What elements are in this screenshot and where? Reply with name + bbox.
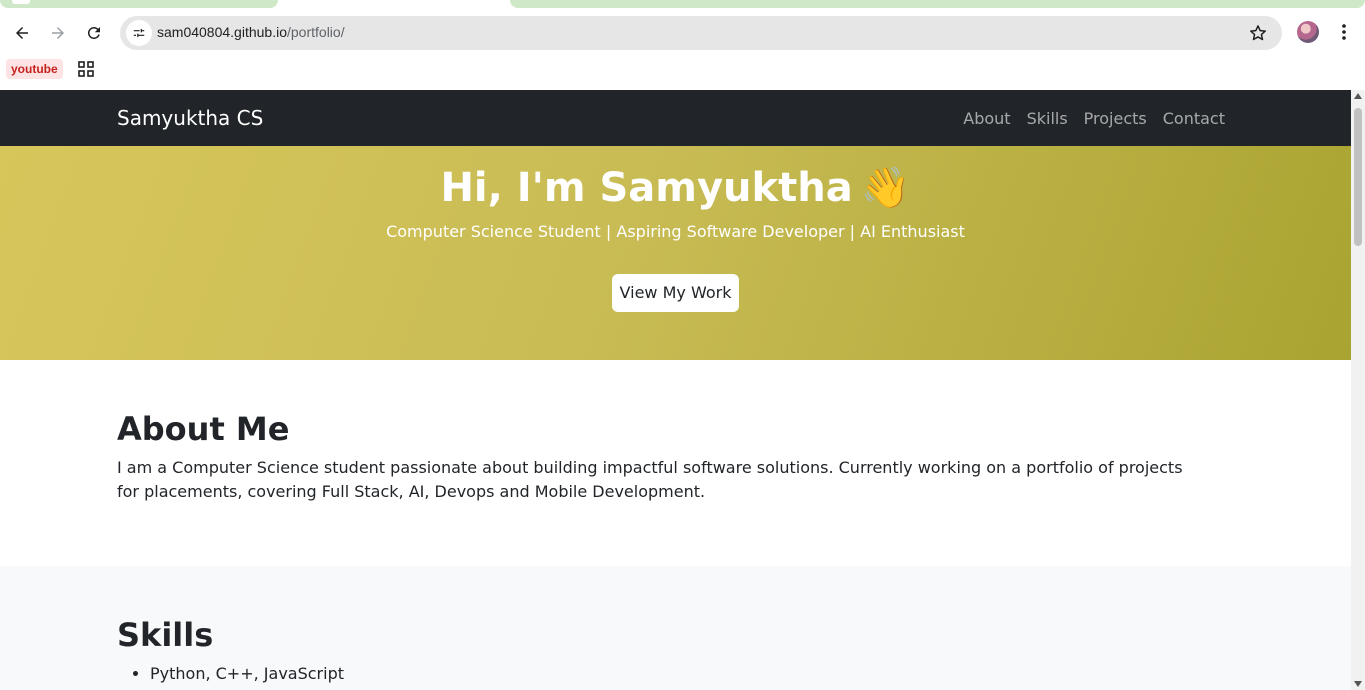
nav-link-projects[interactable]: Projects [1084, 109, 1147, 128]
browser-menu-button[interactable] [1334, 20, 1354, 44]
scroll-down-arrow-icon[interactable] [1354, 681, 1362, 687]
reload-icon [87, 26, 100, 39]
scroll-up-arrow-icon[interactable] [1354, 93, 1362, 99]
browser-tab[interactable] [0, 0, 278, 8]
page-viewport: Samyuktha CS About Skills Projects Conta… [0, 90, 1351, 690]
hero-subtitle: Computer Science Student | Aspiring Soft… [386, 222, 965, 241]
about-title: About Me [117, 410, 290, 448]
site-navbar: Samyuktha CS About Skills Projects Conta… [0, 90, 1351, 146]
bookmarks-bar: youtube [0, 52, 1365, 90]
skills-list: Python, C++, JavaScript [150, 664, 344, 683]
more-vertical-icon [1342, 24, 1346, 40]
url-path: /portfolio/ [287, 24, 345, 40]
site-info-button[interactable] [126, 20, 152, 46]
skills-section: Skills Python, C++, JavaScript [0, 566, 1351, 690]
browser-toolbar: sam040804.github.io/portfolio/ [0, 14, 1365, 52]
waving-hand-icon: 👋 [860, 165, 911, 211]
profile-avatar[interactable] [1297, 21, 1319, 43]
nav-links: About Skills Projects Contact [963, 109, 1225, 128]
url-host: sam040804.github.io [157, 24, 287, 40]
skills-title: Skills [117, 616, 214, 654]
arrow-right-icon [52, 27, 64, 39]
about-section: About Me I am a Computer Science student… [0, 360, 1351, 566]
nav-link-about[interactable]: About [963, 109, 1010, 128]
hero-title-text: Hi, I'm Samyuktha [440, 165, 853, 211]
hero-title: Hi, I'm Samyuktha 👋 [0, 164, 1351, 211]
tab-strip [0, 0, 1365, 14]
about-text: I am a Computer Science student passiona… [117, 458, 1183, 501]
back-button[interactable] [7, 18, 37, 48]
view-my-work-button[interactable]: View My Work [612, 274, 739, 312]
url-text[interactable]: sam040804.github.io/portfolio/ [157, 24, 345, 40]
forward-button[interactable] [43, 18, 73, 48]
nav-link-contact[interactable]: Contact [1163, 109, 1225, 128]
apps-grid-icon[interactable] [78, 61, 94, 77]
nav-link-skills[interactable]: Skills [1027, 109, 1068, 128]
reload-button[interactable] [79, 18, 109, 48]
arrow-left-icon [16, 27, 28, 39]
list-item: Python, C++, JavaScript [150, 664, 344, 683]
address-bar[interactable]: sam040804.github.io/portfolio/ [120, 16, 1282, 50]
scroll-thumb[interactable] [1354, 108, 1362, 246]
hero-section: Hi, I'm Samyuktha 👋 Computer Science Stud… [0, 146, 1351, 360]
browser-tab-inactive[interactable] [510, 0, 1365, 8]
site-brand[interactable]: Samyuktha CS [117, 106, 263, 130]
tab-favicon [12, 0, 30, 4]
page-scrollbar[interactable] [1351, 90, 1365, 690]
bookmark-youtube[interactable]: youtube [6, 59, 63, 79]
bookmark-star-icon[interactable] [1248, 23, 1268, 43]
tune-icon [133, 28, 145, 38]
